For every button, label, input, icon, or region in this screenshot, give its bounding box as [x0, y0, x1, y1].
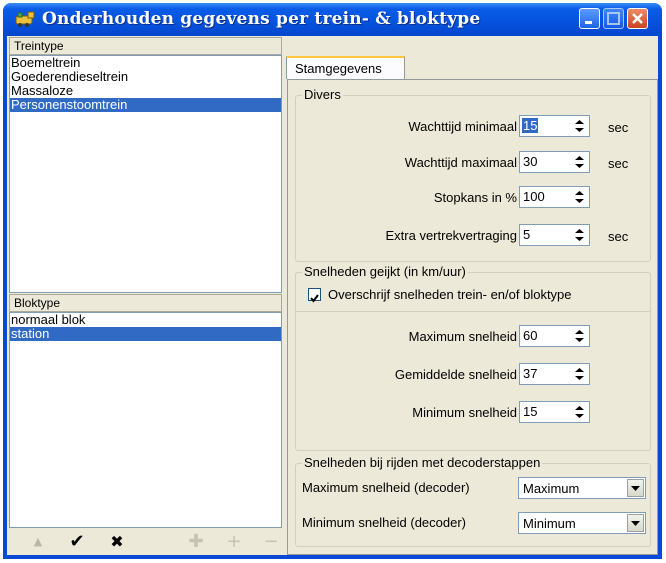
train-type-header[interactable]: Treintype [9, 37, 282, 55]
speeds-group: Snelheden geijkt (in km/uur) Overschrijf… [295, 264, 651, 451]
extra-vertraging-stepper[interactable]: 5 [519, 224, 590, 246]
checkmark-icon [310, 294, 319, 303]
tab-panel: Divers Wachttijd minimaal 15 sec Wachtti… [287, 79, 658, 555]
min-speed-stepper[interactable]: 15 [519, 401, 590, 423]
confirm-button[interactable]: ✔ [66, 532, 88, 552]
decoder-group: Snelheden bij rijden met decoderstappen … [295, 455, 651, 547]
stopkans-label: Stopkans in % [433, 190, 517, 205]
block-type-list[interactable]: normaal blok station [9, 312, 282, 528]
divers-group-title: Divers [302, 87, 343, 102]
app-window: Onderhouden gegevens per trein- & blokty… [3, 3, 662, 559]
chevron-down-icon [631, 521, 640, 526]
min-speed-value[interactable]: 15 [523, 404, 537, 419]
spin-arrows-icon[interactable] [572, 227, 587, 243]
override-label[interactable]: Overschrijf snelheden trein- en/of blokt… [328, 287, 572, 302]
window-title: Onderhouden gegevens per trein- & blokty… [42, 9, 481, 29]
block-type-header[interactable]: Bloktype [9, 294, 282, 312]
client-area: Treintype Boemeltrein Goederendieseltrei… [7, 36, 658, 555]
decoder-max-label: Maximum snelheid (decoder) [302, 480, 470, 495]
divers-group: Divers Wachttijd minimaal 15 sec Wachtti… [295, 87, 651, 262]
cancel-button[interactable]: ✖ [106, 532, 128, 552]
decoder-min-value[interactable]: Minimum [523, 516, 576, 531]
override-checkbox[interactable] [308, 288, 321, 303]
list-item[interactable]: Massaloze [10, 84, 281, 98]
spin-arrows-icon[interactable] [572, 118, 587, 134]
list-item[interactable]: Boemeltrein [10, 56, 281, 70]
maximize-button[interactable] [603, 8, 624, 29]
move-up-button[interactable]: ▲ [27, 532, 49, 552]
extra-vertraging-label: Extra vertrekvertraging [385, 228, 518, 243]
close-icon [632, 13, 643, 24]
train-type-list[interactable]: Boemeltrein Goederendieseltrein Massaloz… [9, 55, 282, 293]
decoder-max-select[interactable]: Maximum [518, 477, 646, 499]
tab-stamgegevens[interactable]: Stamgegevens [286, 56, 405, 79]
minimize-button[interactable] [579, 8, 600, 29]
list-item-selected[interactable]: station [10, 327, 281, 341]
wachttijd-max-unit: sec [608, 156, 629, 171]
close-button[interactable] [627, 8, 648, 29]
decoder-min-label: Minimum snelheid (decoder) [302, 515, 467, 530]
wachttijd-min-label: Wachttijd minimaal [408, 119, 517, 134]
spin-arrows-icon[interactable] [572, 404, 587, 420]
list-item[interactable]: Goederendieseltrein [10, 70, 281, 84]
max-speed-value[interactable]: 60 [523, 328, 537, 343]
wachttijd-min-unit: sec [608, 120, 629, 135]
decoder-max-value[interactable]: Maximum [523, 481, 579, 496]
navigator-toolbar: ▲ ✔ ✖ ✚ + − [9, 530, 281, 554]
speeds-group-title: Snelheden geijkt (in km/uur) [302, 264, 468, 279]
max-speed-stepper[interactable]: 60 [519, 325, 590, 347]
avg-speed-value[interactable]: 37 [523, 366, 537, 381]
extra-vertraging-value[interactable]: 5 [523, 227, 530, 242]
min-speed-label: Minimum snelheid [412, 405, 517, 420]
add-button[interactable]: + [223, 532, 245, 552]
list-item-selected[interactable]: Personenstoomtrein [10, 98, 281, 112]
avg-speed-label: Gemiddelde snelheid [394, 367, 517, 382]
wachttijd-max-stepper[interactable]: 30 [519, 151, 590, 173]
add-all-button[interactable]: ✚ [185, 532, 207, 552]
spin-arrows-icon[interactable] [572, 189, 587, 205]
train-app-icon [15, 11, 35, 27]
remove-button[interactable]: − [260, 532, 282, 552]
max-speed-label: Maximum snelheid [408, 329, 517, 344]
chevron-down-icon [631, 486, 640, 491]
decoder-min-select[interactable]: Minimum [518, 512, 646, 534]
dropdown-button[interactable] [627, 479, 644, 497]
wachttijd-max-value[interactable]: 30 [523, 154, 537, 169]
wachttijd-max-label: Wachttijd maximaal [404, 155, 517, 170]
extra-vertraging-unit: sec [608, 229, 629, 244]
minimize-icon [585, 21, 592, 24]
wachttijd-min-stepper[interactable]: 15 [519, 115, 590, 137]
spin-arrows-icon[interactable] [572, 328, 587, 344]
list-item[interactable]: normaal blok [10, 313, 281, 327]
dropdown-button[interactable] [627, 514, 644, 532]
avg-speed-stepper[interactable]: 37 [519, 363, 590, 385]
spin-arrows-icon[interactable] [572, 366, 587, 382]
wachttijd-min-value[interactable]: 15 [522, 118, 539, 133]
divider [296, 311, 650, 312]
title-bar[interactable]: Onderhouden gegevens per trein- & blokty… [3, 3, 662, 36]
stopkans-value[interactable]: 100 [523, 189, 545, 204]
decoder-group-title: Snelheden bij rijden met decoderstappen [302, 455, 543, 470]
stopkans-stepper[interactable]: 100 [519, 186, 590, 208]
maximize-icon [607, 12, 620, 25]
spin-arrows-icon[interactable] [572, 154, 587, 170]
